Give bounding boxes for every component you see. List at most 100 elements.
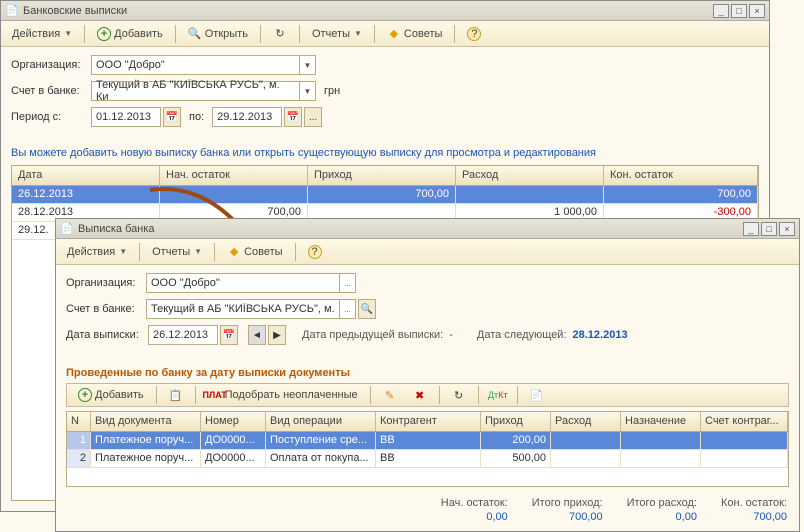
sub-date-input[interactable]: 26.12.2013: [148, 325, 218, 345]
close-button[interactable]: ×: [749, 4, 765, 18]
titlebar[interactable]: 📄 Банковские выписки _ □ ×: [1, 1, 769, 21]
period-to-input[interactable]: 29.12.2013: [212, 107, 282, 127]
reports-menu[interactable]: Отчеты▼: [305, 25, 369, 43]
app-icon: 📄: [60, 222, 74, 236]
h-in[interactable]: Приход: [481, 412, 551, 431]
h-doc[interactable]: Вид документа: [91, 412, 201, 431]
plat-icon: ПЛАТ: [208, 388, 222, 402]
maximize-button[interactable]: □: [731, 4, 747, 18]
table-row[interactable]: 1 Платежное поруч... ДО0000... Поступлен…: [67, 432, 788, 450]
sub-tips[interactable]: ◆ Советы: [220, 242, 289, 262]
section-title: Проведенные по банку за дату выписки док…: [66, 367, 789, 379]
docs-delete[interactable]: ✖: [406, 385, 434, 405]
tips-button[interactable]: ◆ Советы: [380, 24, 449, 44]
account-dropdown-btn[interactable]: ▼: [299, 82, 315, 100]
account-input[interactable]: Текущий в АБ "КИЇВСЬКА РУСЬ", м. Ки ▼: [91, 81, 316, 101]
sub-org-ellipsis[interactable]: ...: [339, 274, 355, 292]
org-dropdown-btn[interactable]: ▼: [299, 56, 315, 74]
total-open-value: 0,00: [441, 511, 508, 523]
help-icon: ?: [308, 245, 322, 259]
prev-nav[interactable]: ◄: [248, 325, 266, 345]
period-label: Период с:: [11, 111, 91, 123]
total-in-label: Итого приход:: [532, 497, 603, 509]
actions-menu[interactable]: Действия▼: [5, 25, 79, 43]
period-picker[interactable]: ...: [304, 107, 322, 127]
copy-icon: 📋: [169, 388, 183, 402]
add-button[interactable]: + Добавить: [90, 24, 170, 44]
sub-org-label: Организация:: [66, 277, 146, 289]
dtk-icon: ДтКт: [491, 388, 505, 402]
sub-reports-menu[interactable]: Отчеты▼: [145, 243, 209, 261]
col-close[interactable]: Кон. остаток: [604, 166, 758, 185]
col-in[interactable]: Приход: [308, 166, 456, 185]
period-from-input[interactable]: 01.12.2013: [91, 107, 161, 127]
table-row[interactable]: 26.12.2013 700,00 700,00: [12, 186, 758, 204]
docs-copy[interactable]: 📋: [162, 385, 190, 405]
next-date-label: Дата следующей:: [477, 329, 567, 341]
refresh-icon: ↻: [273, 27, 287, 41]
prev-date-label: Дата предыдущей выписки:: [302, 329, 443, 341]
h-acc[interactable]: Счет контраг...: [701, 412, 788, 431]
magnifier-icon: 🔍: [188, 27, 202, 41]
docs-pick[interactable]: ПЛАТ Подобрать неоплаченные: [201, 385, 365, 405]
sub-window: 📄 Выписка банка _ □ × Действия▼ Отчеты▼ …: [55, 218, 800, 532]
sub-date-label: Дата выписки:: [66, 329, 148, 341]
docs-add[interactable]: + Добавить: [71, 385, 151, 405]
h-op[interactable]: Вид операции: [266, 412, 376, 431]
open-button[interactable]: 🔍 Открыть: [181, 24, 255, 44]
help-icon: ?: [467, 27, 481, 41]
diamond-icon: ◆: [227, 245, 241, 259]
sub-help[interactable]: ?: [301, 242, 329, 262]
window-title: Банковские выписки: [23, 5, 127, 17]
sub-org-input[interactable]: ООО "Добро" ...: [146, 273, 356, 293]
currency-label: грн: [324, 85, 340, 97]
sub-close[interactable]: ×: [779, 222, 795, 236]
hint-text: Вы можете добавить новую выписку банка и…: [11, 147, 759, 159]
sub-maximize[interactable]: □: [761, 222, 777, 236]
docs-grid: N Вид документа Номер Вид операции Контр…: [66, 411, 789, 487]
h-out[interactable]: Расход: [551, 412, 621, 431]
doc-icon: 📄: [530, 388, 544, 402]
sub-account-ellipsis[interactable]: ...: [339, 300, 355, 318]
sub-minimize[interactable]: _: [743, 222, 759, 236]
org-input[interactable]: ООО "Добро" ▼: [91, 55, 316, 75]
sub-actions-menu[interactable]: Действия▼: [60, 243, 134, 261]
col-out[interactable]: Расход: [456, 166, 604, 185]
delete-icon: ✖: [413, 388, 427, 402]
sub-titlebar[interactable]: 📄 Выписка банка _ □ ×: [56, 219, 799, 239]
col-date[interactable]: Дата: [12, 166, 160, 185]
total-close-value: 700,00: [721, 511, 787, 523]
app-icon: 📄: [5, 4, 19, 18]
account-label: Счет в банке:: [11, 85, 91, 97]
table-row[interactable]: 2 Платежное поруч... ДО0000... Оплата от…: [67, 450, 788, 468]
period-to-calendar[interactable]: 📅: [284, 107, 302, 127]
total-close-label: Кон. остаток:: [721, 497, 787, 509]
plus-icon: +: [97, 27, 111, 41]
period-from-calendar[interactable]: 📅: [163, 107, 181, 127]
main-toolbar: Действия▼ + Добавить 🔍 Открыть ↻ Отчеты▼…: [1, 21, 769, 47]
help-button[interactable]: ?: [460, 24, 488, 44]
sub-date-calendar[interactable]: 📅: [220, 325, 238, 345]
total-in-value: 700,00: [532, 511, 603, 523]
minimize-button[interactable]: _: [713, 4, 729, 18]
docs-edit[interactable]: ✎: [376, 385, 404, 405]
diamond-icon: ◆: [387, 27, 401, 41]
refresh-button[interactable]: ↻: [266, 24, 294, 44]
sub-window-title: Выписка банка: [78, 223, 154, 235]
sub-account-lookup[interactable]: 🔍: [358, 299, 376, 319]
col-open[interactable]: Нач. остаток: [160, 166, 308, 185]
plus-icon: +: [78, 388, 92, 402]
docs-more[interactable]: 📄: [523, 385, 551, 405]
docs-refresh[interactable]: ↻: [445, 385, 473, 405]
total-open-label: Нач. остаток:: [441, 497, 508, 509]
total-out-value: 0,00: [627, 511, 697, 523]
next-nav[interactable]: ▶: [268, 325, 286, 345]
prev-date-value: -: [449, 329, 453, 341]
h-n[interactable]: N: [67, 412, 91, 431]
sub-account-input[interactable]: Текущий в АБ "КИЇВСЬКА РУСЬ", м. ...: [146, 299, 356, 319]
h-num[interactable]: Номер: [201, 412, 266, 431]
docs-dtk[interactable]: ДтКт: [484, 385, 512, 405]
docs-toolbar: + Добавить 📋 ПЛАТ Подобрать неоплаченные…: [66, 383, 789, 407]
h-purp[interactable]: Назначение ...: [621, 412, 701, 431]
h-ctr[interactable]: Контрагент: [376, 412, 481, 431]
